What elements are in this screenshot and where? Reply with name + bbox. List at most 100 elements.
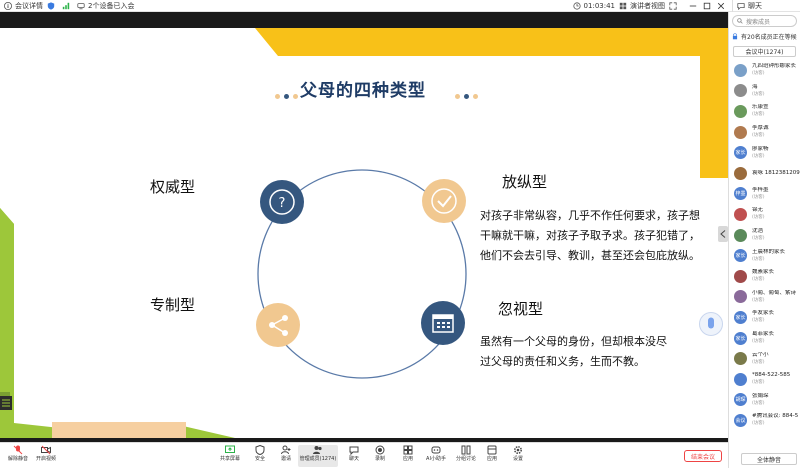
member-name: 张娟琛: [752, 392, 769, 399]
member-row[interactable]: 魏素家长 (访客): [729, 266, 800, 287]
camera-off-icon: [41, 445, 51, 455]
member-row[interactable]: 云个小 (访客): [729, 348, 800, 369]
member-row[interactable]: 李厚诚 (访客): [729, 122, 800, 143]
avatar: 梓墨: [734, 187, 747, 201]
member-role: (访客): [752, 359, 765, 365]
member-name: 李厚诚: [752, 125, 769, 132]
neglect-desc-line: 虽然有一个父母的身份，但却根本没尽: [480, 335, 667, 348]
maximize-icon[interactable]: [703, 2, 711, 10]
member-text: 乐康萱 (访客): [752, 104, 800, 118]
member-row[interactable]: 小葡、葡萄、紫诗 (访客): [729, 287, 800, 308]
search-input[interactable]: 搜索成员: [746, 17, 770, 26]
manage-members-label: 管理成员(1274): [299, 456, 337, 462]
member-text: 李梓墨 (访客): [752, 187, 800, 201]
type-label-indulgent: 放纵型: [502, 173, 548, 191]
member-name: 小葡、葡萄、紫诗: [752, 289, 797, 296]
member-row[interactable]: 锦无 (访客): [729, 204, 800, 225]
avatar: [734, 228, 747, 242]
list-icon: [2, 399, 10, 407]
meeting-details[interactable]: 会议详情: [4, 1, 43, 11]
share-icon: [256, 303, 300, 347]
network-status[interactable]: [62, 2, 73, 10]
avatar: [734, 166, 747, 180]
member-row[interactable]: 家长 廖家畅 (访客): [729, 142, 800, 163]
microphone-icon: [708, 317, 714, 329]
minimize-icon[interactable]: [689, 2, 697, 10]
waiting-notice[interactable]: 有20名成员正在等候: [729, 30, 800, 43]
member-row[interactable]: 家长 王晨林的家长 (访客): [729, 245, 800, 266]
member-name: *884-522-585: [752, 372, 791, 379]
end-meeting-label: 结束会议: [690, 453, 715, 461]
member-text: 廖家畅 (访客): [752, 146, 800, 160]
avatar: [734, 104, 747, 118]
member-row[interactable]: 袁咏 18123812093: [729, 163, 800, 184]
member-row[interactable]: *884-522-585 (访客): [729, 369, 800, 390]
title-bar: 会议详情 2个设备已入会 01:03:41 演讲者视图 聊天: [0, 0, 800, 12]
security-label: 安全: [254, 456, 265, 462]
avatar: 家长: [734, 249, 747, 263]
share-screen-label: 共享屏幕: [219, 456, 240, 462]
avatar: [734, 125, 747, 139]
timer: 01:03:41: [572, 2, 615, 10]
type-label-neglectful: 忽视型: [498, 300, 544, 318]
in-meeting-tab[interactable]: 会议中(1274): [733, 46, 796, 57]
member-text: 李厚诚 (访客): [752, 125, 800, 139]
neglect-description: 虽然有一个父母的身份，但却根本没尽 过父母的责任和义务，生而不教。: [480, 332, 710, 372]
record-icon: [375, 445, 385, 455]
invite-label: 邀请: [280, 456, 291, 462]
member-search[interactable]: 搜索成员: [732, 15, 797, 27]
end-meeting-button[interactable]: 结束会议: [684, 450, 722, 462]
member-row[interactable]: 家长 李友家长 (访客): [729, 307, 800, 328]
close-icon[interactable]: [717, 2, 725, 10]
fullscreen-button[interactable]: [669, 1, 680, 10]
chat-panel-header[interactable]: 聊天: [732, 0, 800, 12]
member-row[interactable]: 乐康萱 (访客): [729, 101, 800, 122]
meeting-details-label: 会议详情: [15, 1, 43, 10]
chat-icon: [349, 446, 359, 455]
settings-button[interactable]: 设置: [502, 445, 534, 467]
floating-mic-button[interactable]: [699, 312, 723, 336]
devices-joined-label: 2个设备已入会: [88, 1, 135, 10]
member-name: 九四班钟彤娜家长: [752, 63, 797, 70]
view-mode-label: 演讲者视图: [630, 1, 665, 10]
member-text: 九四班钟彤娜家长 (访客): [752, 63, 800, 77]
member-row[interactable]: 九四班钟彤娜家长 (访客): [729, 60, 800, 81]
member-text: 李友家长 (访客): [752, 310, 800, 324]
device-status[interactable]: 2个设备已入会: [77, 1, 134, 11]
share-screen-button[interactable]: 共享屏幕: [214, 445, 246, 467]
calendar-icon: [421, 301, 465, 345]
member-row[interactable]: 沈浩 (访客): [729, 225, 800, 246]
gear-icon: [514, 446, 522, 454]
member-name: 锦无: [752, 207, 764, 214]
member-role: (访客): [752, 318, 765, 324]
chevron-left-icon: [720, 230, 726, 238]
apps-label: 应用: [402, 456, 413, 462]
avatar: [734, 290, 747, 304]
shield-icon: [255, 445, 265, 455]
ai-assistant-button[interactable]: AI小助手: [420, 445, 452, 467]
shield-icon: [47, 1, 55, 10]
member-row[interactable]: 胡琛 张娟琛 (访客): [729, 390, 800, 411]
ai-assistant-label: AI小助手: [426, 456, 446, 462]
indulgent-description: 对孩子非常纵容，几乎不作任何要求，孩子想 干嘛就干嘛，对孩子予取予求。孩子犯错了…: [480, 206, 710, 266]
member-text: 袁咏 18123812093: [752, 170, 800, 177]
avatar: 家长: [734, 310, 747, 324]
list-toggle-button[interactable]: [0, 396, 12, 410]
search-icon: [737, 18, 743, 24]
mute-all-button[interactable]: 全体静音: [741, 453, 797, 465]
member-row[interactable]: 梓墨 李梓墨 (访客): [729, 184, 800, 205]
member-role: (访客): [752, 256, 765, 262]
check-icon: [422, 179, 466, 223]
member-role: (访客): [752, 215, 765, 221]
member-role: (访客): [752, 297, 765, 303]
breakout-icon: [461, 445, 471, 455]
manage-members-button[interactable]: 管理成员(1274): [298, 445, 338, 467]
start-video-button[interactable]: 开启视频: [30, 445, 62, 467]
view-mode-button[interactable]: 演讲者视图: [619, 1, 665, 11]
collapse-sidebar-button[interactable]: [718, 226, 728, 242]
member-text: 沈浩 (访客): [752, 228, 800, 242]
member-row[interactable]: 家长 葛菲家长 (访客): [729, 328, 800, 349]
member-row[interactable]: 会议 #腾讯会议: 884-5 (访客): [729, 410, 800, 431]
security-status[interactable]: [47, 1, 58, 10]
member-row[interactable]: 海 (访客): [729, 81, 800, 102]
